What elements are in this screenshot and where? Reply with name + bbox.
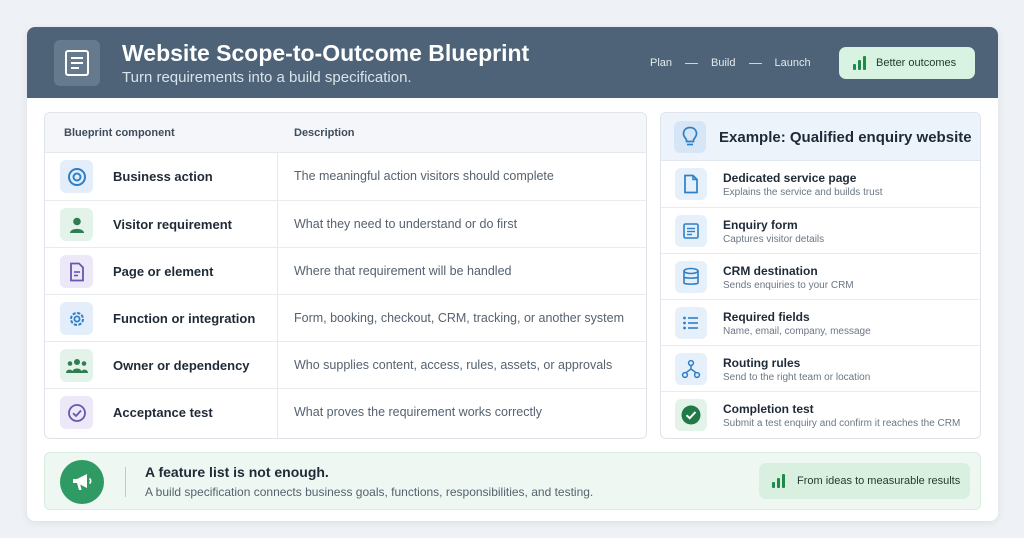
- footer-divider: [125, 467, 126, 497]
- example-item-subtitle: Explains the service and builds trust: [723, 187, 883, 198]
- page-title: Website Scope-to-Outcome Blueprint: [122, 40, 530, 66]
- example-item-title: Completion test: [723, 402, 814, 416]
- badge-label: Better outcomes: [876, 57, 957, 69]
- list-item: Dedicated service page Explains the serv…: [661, 161, 980, 207]
- example-item-subtitle: Send to the right team or location: [723, 372, 871, 383]
- example-item-title: Routing rules: [723, 356, 801, 370]
- step-build: Build: [711, 57, 736, 69]
- component-description: Form, booking, checkout, CRM, tracking, …: [294, 311, 624, 325]
- example-item-subtitle: Name, email, company, message: [723, 326, 871, 337]
- blueprint-table: Blueprint component Description Business…: [44, 112, 647, 439]
- step-plan: Plan: [650, 57, 673, 69]
- header: Website Scope-to-Outcome Blueprint Turn …: [27, 27, 998, 98]
- component-description: Who supplies content, access, rules, ass…: [294, 358, 613, 372]
- page-subtitle: Turn requirements into a build specifica…: [122, 69, 412, 86]
- document-icon: [54, 40, 100, 86]
- better-outcomes-badge: Better outcomes: [839, 47, 975, 79]
- list-item: Required fields Name, email, company, me…: [661, 299, 980, 345]
- component-name: Business action: [113, 169, 213, 184]
- list-item: Enquiry form Captures visitor details: [661, 207, 980, 253]
- step-launch: Launch: [774, 57, 811, 69]
- example-item-subtitle: Submit a test enquiry and confirm it rea…: [723, 418, 961, 429]
- check-circle-icon: [675, 399, 707, 431]
- check-circle-icon: [60, 396, 93, 429]
- example-panel: Example: Qualified enquiry website Dedic…: [660, 112, 981, 439]
- lightbulb-icon: [674, 121, 706, 153]
- example-item-title: CRM destination: [723, 264, 818, 278]
- example-item-title: Dedicated service page: [723, 171, 857, 185]
- table-row: Visitor requirement What they need to un…: [45, 200, 646, 247]
- step-divider: [685, 62, 699, 64]
- table-row: Business action The meaningful action vi…: [45, 153, 646, 200]
- process-steps: Plan Build Launch: [650, 57, 811, 69]
- component-description: Where that requirement will be handled: [294, 264, 512, 278]
- table-row: Function or integration Form, booking, c…: [45, 294, 646, 341]
- bar-chart-icon: [853, 56, 866, 70]
- example-title: Example: Qualified enquiry website: [719, 129, 972, 146]
- footer-title: A feature list is not enough.: [145, 464, 329, 480]
- database-icon: [675, 261, 707, 293]
- megaphone-icon: [60, 460, 104, 504]
- example-item-title: Enquiry form: [723, 218, 798, 232]
- list-item: CRM destination Sends enquiries to your …: [661, 253, 980, 299]
- blueprint-card: Website Scope-to-Outcome Blueprint Turn …: [27, 27, 998, 521]
- form-icon: [675, 215, 707, 247]
- bar-chart-icon: [772, 474, 785, 488]
- table-row: Page or element Where that requirement w…: [45, 247, 646, 294]
- table-header: Blueprint component Description: [45, 113, 646, 153]
- team-icon: [60, 349, 93, 382]
- measurable-results-badge: From ideas to measurable results: [759, 463, 970, 499]
- table-row: Acceptance test What proves the requirem…: [45, 388, 646, 435]
- component-description: What they need to understand or do first: [294, 217, 518, 231]
- badge-label: From ideas to measurable results: [797, 475, 961, 487]
- gear-icon: [60, 302, 93, 335]
- component-description: What proves the requirement works correc…: [294, 405, 543, 419]
- example-item-subtitle: Captures visitor details: [723, 234, 825, 245]
- file-icon: [675, 168, 707, 200]
- page-icon: [60, 255, 93, 288]
- list-item: Routing rules Send to the right team or …: [661, 345, 980, 391]
- component-name: Function or integration: [113, 311, 256, 326]
- footer-callout: A feature list is not enough. A build sp…: [44, 452, 981, 510]
- component-name: Visitor requirement: [113, 217, 232, 232]
- list-icon: [675, 307, 707, 339]
- routing-icon: [675, 353, 707, 385]
- component-description: The meaningful action visitors should co…: [294, 169, 554, 183]
- example-item-subtitle: Sends enquiries to your CRM: [723, 280, 854, 291]
- component-name: Acceptance test: [113, 405, 213, 420]
- component-name: Page or element: [113, 264, 214, 279]
- column-header-component: Blueprint component: [64, 127, 175, 139]
- list-item: Completion test Submit a test enquiry an…: [661, 391, 980, 437]
- footer-subtitle: A build specification connects business …: [145, 485, 594, 499]
- example-header: Example: Qualified enquiry website: [661, 113, 980, 161]
- user-icon: [60, 208, 93, 241]
- component-name: Owner or dependency: [113, 358, 250, 373]
- target-icon: [60, 160, 93, 193]
- step-divider: [748, 62, 762, 64]
- table-row: Owner or dependency Who supplies content…: [45, 341, 646, 388]
- example-item-title: Required fields: [723, 310, 810, 324]
- column-header-description: Description: [294, 127, 355, 139]
